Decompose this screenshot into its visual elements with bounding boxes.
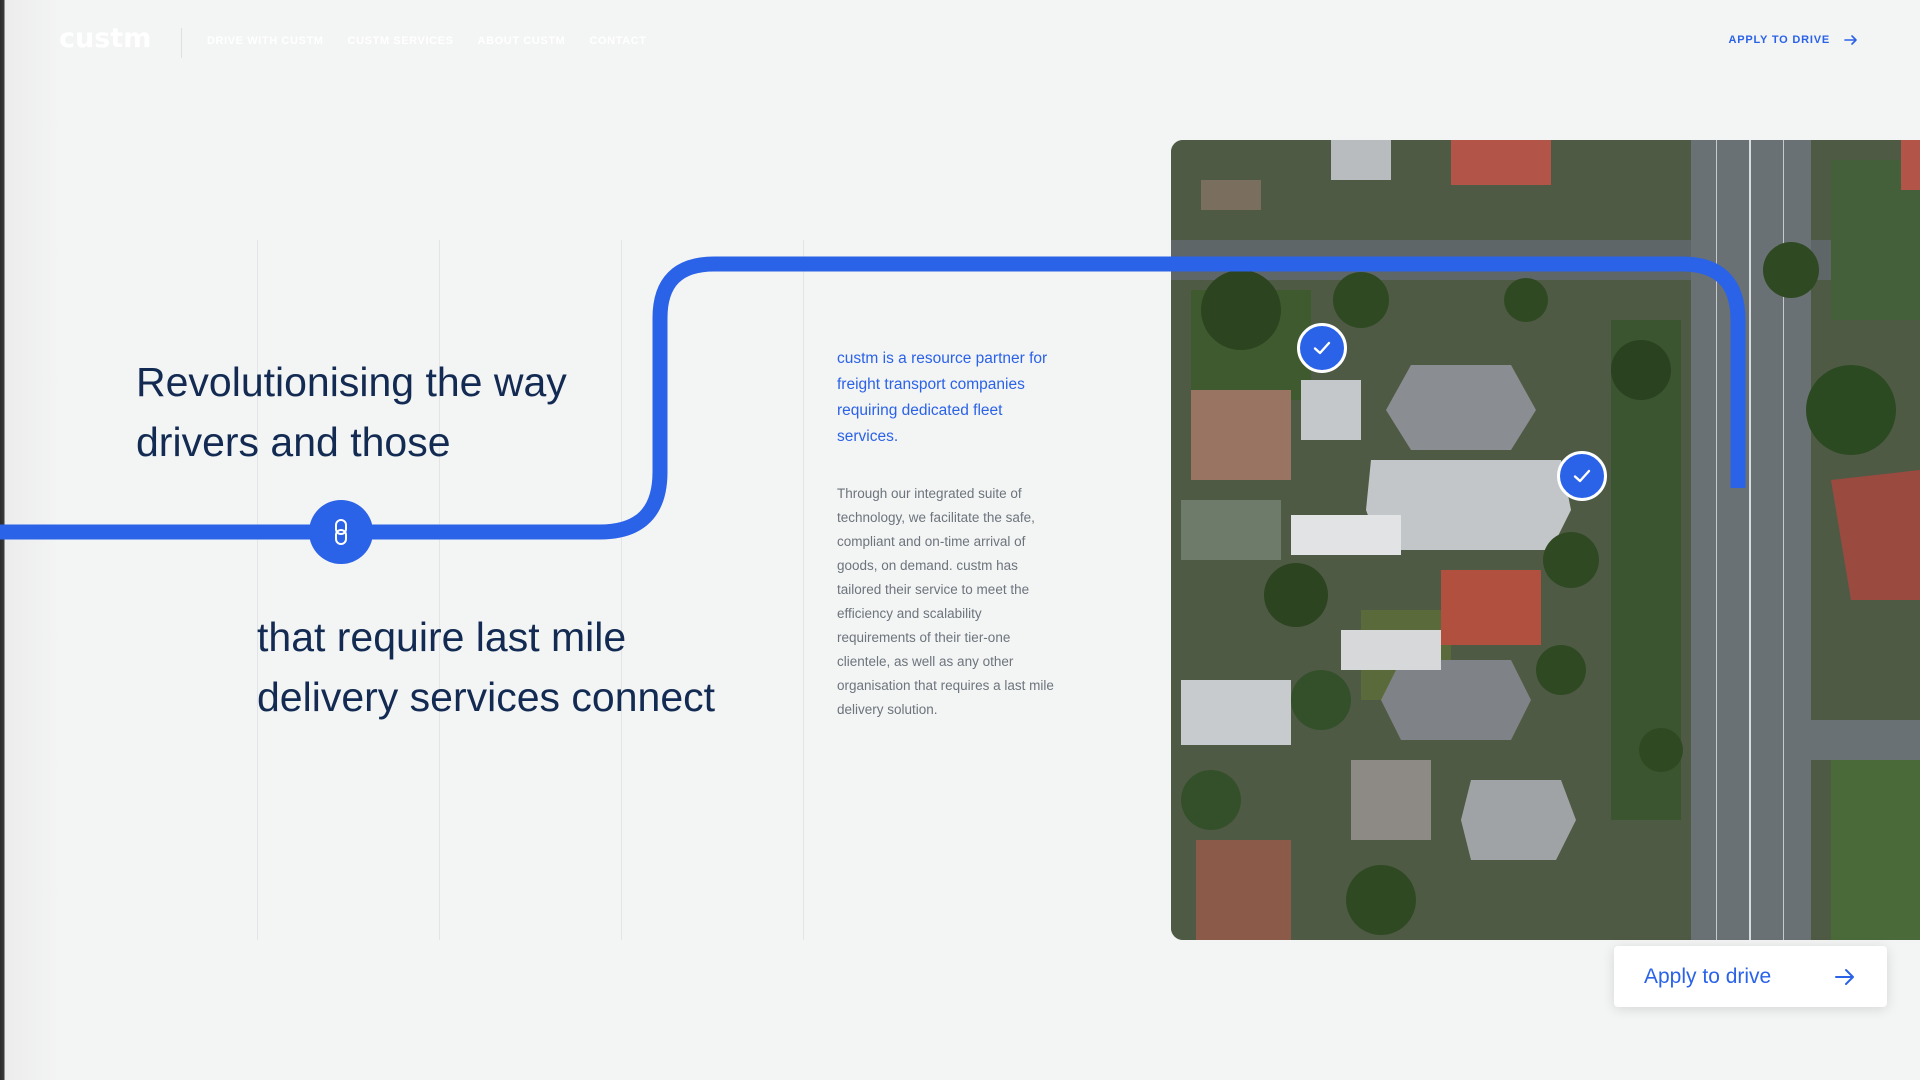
apply-to-drive-button[interactable]: Apply to drive: [1614, 946, 1887, 1007]
apply-to-drive-nav-label: APPLY TO DRIVE: [1728, 34, 1830, 46]
grid-line: [621, 240, 622, 940]
nav-link-services[interactable]: CUSTM SERVICES: [348, 35, 454, 47]
check-marker: [1297, 323, 1347, 373]
nav-links: DRIVE WITH CUSTM CUSTM SERVICES ABOUT CU…: [207, 35, 647, 47]
link-icon: [335, 519, 347, 545]
arrow-right-icon: [1844, 35, 1857, 45]
left-edge: [0, 0, 60, 1080]
intro-lead-text: custm is a resource partner for freight …: [837, 350, 1048, 445]
hero-heading-line-3: that require last mile: [257, 614, 627, 660]
nav-divider: [181, 28, 182, 58]
hero-heading-line-1: Revolutionising the way: [136, 359, 567, 405]
top-navigation: custm DRIVE WITH CUSTM CUSTM SERVICES AB…: [0, 0, 1920, 84]
hero-heading-line-2: drivers and those: [136, 419, 451, 465]
grid-line: [803, 240, 804, 940]
grid-line: [439, 240, 440, 940]
link-node: [309, 500, 373, 564]
nav-link-about[interactable]: ABOUT CUSTM: [478, 35, 566, 47]
grid-line: [257, 240, 258, 940]
check-marker: [1557, 451, 1607, 501]
nav-link-drive[interactable]: DRIVE WITH CUSTM: [207, 35, 324, 47]
nav-link-contact[interactable]: CONTACT: [589, 35, 646, 47]
check-icon: [1573, 469, 1591, 483]
apply-to-drive-label: Apply to drive: [1644, 964, 1772, 988]
apply-to-drive-nav-button[interactable]: APPLY TO DRIVE: [1729, 33, 1858, 47]
hero-heading-line-4: delivery services connect: [257, 674, 716, 720]
aerial-map-image: [1171, 140, 1920, 940]
check-icon: [1313, 341, 1331, 355]
intro-body-text: Through our integrated suite of technolo…: [837, 486, 1054, 717]
logo[interactable]: custm: [59, 24, 151, 54]
arrow-right-icon: [1835, 968, 1854, 985]
